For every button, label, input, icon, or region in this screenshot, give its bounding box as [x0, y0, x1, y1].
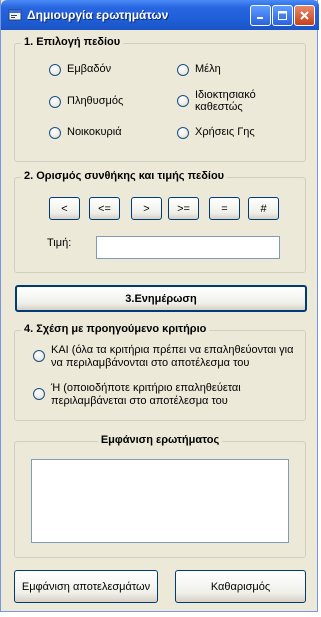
close-button[interactable] — [294, 5, 315, 26]
close-icon — [300, 11, 309, 20]
field-option-label: Ιδιοκτησιακό καθεστώς — [195, 89, 256, 113]
not-equal-button[interactable]: # — [248, 197, 279, 220]
update-button[interactable]: 3.Ενημέρωση — [15, 285, 307, 312]
field-option-label: Νοικοκυριά — [67, 126, 122, 138]
greater-equal-button[interactable]: >= — [168, 197, 199, 220]
field-option-area[interactable]: Εμβαδόν — [49, 63, 111, 76]
clear-button[interactable]: Καθαρισμός — [175, 570, 306, 603]
less-equal-button[interactable]: <= — [89, 197, 120, 220]
field-option-label: Πληθυσμός — [67, 95, 124, 107]
query-display-legend: Εμφάνιση ερωτήματος — [97, 434, 223, 446]
radio-button[interactable] — [33, 388, 45, 400]
radio-button[interactable] — [177, 64, 189, 76]
maximize-icon — [278, 11, 287, 20]
field-option-ownership-status[interactable]: Ιδιοκτησιακό καθεστώς — [177, 89, 275, 113]
minimize-button[interactable] — [250, 5, 271, 26]
condition-legend: 2. Ορισμός συνθήκης και τιμής πεδίου — [21, 170, 228, 182]
maximize-button[interactable] — [272, 5, 293, 26]
radio-button[interactable] — [49, 64, 61, 76]
relation-option-or[interactable]: Ή (οποιοδήποτε κριτήριο επαληθεύεται περ… — [33, 382, 301, 408]
equal-button[interactable]: = — [209, 197, 240, 220]
relation-group: 4. Σχέση με προηγούμενο κριτήριο ΚΑΙ (όλ… — [14, 323, 306, 421]
greater-than-button[interactable]: > — [131, 197, 162, 220]
radio-button[interactable] — [49, 127, 61, 139]
window-title: Δημιουργία ερωτημάτων — [27, 8, 169, 22]
field-option-households[interactable]: Νοικοκυριά — [49, 126, 122, 139]
value-label: Τιμή: — [47, 237, 72, 249]
field-selection-group: 1. Επιλογή πεδίου Εμβαδόν Μέλη Πληθυσμός… — [14, 36, 306, 162]
title-bar[interactable]: Δημιουργία ερωτημάτων — [1, 0, 319, 30]
less-than-button[interactable]: < — [49, 197, 80, 220]
field-option-members[interactable]: Μέλη — [177, 63, 221, 76]
field-option-label: Χρήσεις Γης — [195, 126, 255, 138]
minimize-icon — [257, 17, 263, 19]
radio-button[interactable] — [177, 95, 189, 107]
field-option-population[interactable]: Πληθυσμός — [49, 95, 123, 108]
radio-button[interactable] — [33, 350, 45, 362]
value-input[interactable] — [96, 236, 280, 259]
relation-or-label: Ή (οποιοδήποτε κριτήριο επαληθεύεται περ… — [51, 382, 241, 407]
relation-option-and[interactable]: ΚΑΙ (όλα τα κριτήρια πρέπει να επαληθεύο… — [33, 344, 301, 370]
show-results-button[interactable]: Εμφάνιση αποτελεσμάτων — [14, 570, 158, 603]
query-builder-window: Δημιουργία ερωτημάτων 1. Επιλογή πεδίου … — [0, 0, 319, 612]
relation-legend: 4. Σχέση με προηγούμενο κριτήριο — [21, 323, 210, 335]
query-text-area[interactable] — [31, 459, 289, 543]
query-legend-wrap: Εμφάνιση ερωτήματος — [15, 434, 305, 446]
app-icon — [8, 9, 22, 21]
relation-and-label: ΚΑΙ (όλα τα κριτήρια πρέπει να επαληθεύο… — [51, 344, 294, 369]
field-selection-legend: 1. Επιλογή πεδίου — [21, 36, 124, 48]
field-option-label: Εμβαδόν — [67, 63, 112, 75]
radio-button[interactable] — [49, 96, 61, 108]
field-option-land-use[interactable]: Χρήσεις Γης — [177, 126, 255, 139]
condition-group: 2. Ορισμός συνθήκης και τιμής πεδίου < <… — [14, 170, 306, 273]
field-option-label: Μέλη — [195, 63, 221, 75]
radio-button[interactable] — [177, 127, 189, 139]
query-display-group: Εμφάνιση ερωτήματος — [14, 434, 306, 558]
